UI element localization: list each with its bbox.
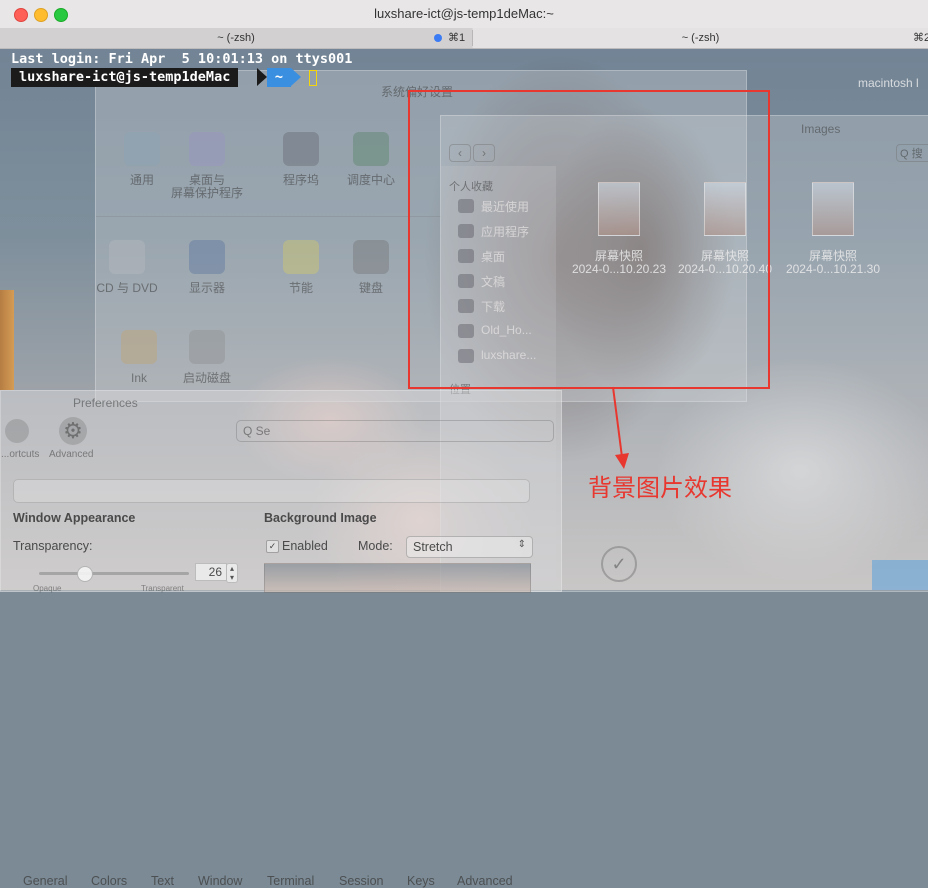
preferences-tab[interactable]: Colors: [91, 874, 127, 888]
sysprefs-item-label: 显示器: [188, 281, 225, 295]
chevron-updown-icon: ⇕: [517, 539, 526, 550]
dock-edge: [872, 560, 928, 590]
shortcuts-label: ...ortcuts: [1, 449, 40, 460]
tab-1-activity-dot: [434, 34, 442, 42]
cd-dvd-icon[interactable]: [109, 240, 145, 274]
energy-icon[interactable]: [283, 240, 319, 274]
preferences-title: Preferences: [73, 396, 138, 410]
verified-badge-icon: ✓: [601, 546, 637, 582]
finder-sidebar-label: 文稿: [481, 275, 506, 289]
terminal-tab-bar: ~ (-zsh) ⌘1 ~ (-zsh) ⌘2: [0, 28, 928, 49]
mode-label: Mode:: [358, 539, 393, 553]
prompt-host-segment: luxshare-ict@js-temp1deMac: [11, 68, 239, 87]
finder-sidebar-label: 桌面: [481, 250, 506, 264]
keyboard-icon[interactable]: [353, 240, 389, 274]
disk-label: macintosh l: [858, 76, 919, 90]
finder-sidebar-label: luxshare...: [481, 348, 537, 362]
preferences-tab[interactable]: Terminal: [267, 874, 314, 888]
general-icon[interactable]: [124, 132, 160, 166]
finder-search-field[interactable]: Q 搜: [896, 144, 928, 162]
preferences-tab[interactable]: General: [23, 874, 67, 888]
desktop-icon[interactable]: [189, 132, 225, 166]
preferences-tab[interactable]: Advanced: [457, 874, 513, 888]
sidebar-folder-icon: [458, 249, 474, 263]
transparency-value-field[interactable]: 26: [195, 563, 227, 581]
sidebar-folder-icon: [458, 274, 474, 288]
sysprefs-item-label: 启动磁盘: [182, 371, 231, 385]
preferences-tab[interactable]: Window: [198, 874, 242, 888]
sidebar-folder-icon: [458, 349, 474, 363]
sysprefs-item-label: 调度中心: [346, 173, 395, 187]
background-image-heading: Background Image: [264, 511, 377, 525]
system-preferences-divider: [96, 216, 441, 217]
ink-icon[interactable]: [121, 330, 157, 364]
file-date: 2024-0...10.21.30: [785, 262, 881, 276]
tab-1[interactable]: ~ (-zsh) ⌘1: [0, 28, 472, 48]
transparency-label: Transparency:: [13, 539, 93, 553]
prompt-dir: ~: [274, 69, 284, 85]
shortcuts-icon[interactable]: [5, 419, 29, 443]
prompt-dir-segment: ~: [267, 68, 291, 87]
finder-sidebar-label: 最近使用: [481, 200, 530, 214]
opaque-label: Opaque: [33, 584, 62, 593]
file-thumbnail[interactable]: [812, 182, 854, 236]
prompt-host: luxshare-ict@js-temp1deMac: [19, 69, 231, 85]
tab-1-label: ~ (-zsh): [217, 32, 255, 44]
sysprefs-item-label: 桌面与 屏幕保护程序: [170, 173, 243, 200]
sidebar-folder-icon: [458, 224, 474, 238]
last-login-line: Last login: Fri Apr 5 10:01:13 on ttys00…: [11, 51, 353, 67]
mode-select[interactable]: Stretch ⇕: [406, 536, 533, 558]
enabled-label: Enabled: [282, 539, 328, 553]
startup-disk-icon[interactable]: [189, 330, 225, 364]
finder-sidebar-label: 应用程序: [481, 225, 530, 239]
window-appearance-heading: Window Appearance: [13, 511, 136, 525]
prompt-arrow-2: [291, 68, 301, 86]
background-image-preview[interactable]: [264, 563, 531, 593]
display-icon[interactable]: [189, 240, 225, 274]
transparency-slider-track[interactable]: [39, 572, 189, 575]
sidebar-folder-icon: [458, 199, 474, 213]
terminal-cursor[interactable]: [309, 70, 317, 86]
preferences-tab-bar: [13, 479, 530, 503]
finder-sidebar-label: 下载: [481, 300, 506, 314]
mode-select-value: Stretch: [413, 540, 453, 554]
preferences-search-field[interactable]: Q Se: [236, 420, 554, 442]
prompt-arrow-1: [257, 68, 267, 86]
mission-control-icon[interactable]: [353, 132, 389, 166]
tab-2-shortcut: ⌘2: [913, 32, 928, 44]
transparent-label: Transparent: [141, 584, 184, 593]
enabled-checkbox[interactable]: ✓: [266, 540, 279, 553]
sidebar-folder-icon: [458, 299, 474, 313]
advanced-toolbar-label: Advanced: [49, 449, 94, 460]
tab-2[interactable]: ~ (-zsh) ⌘2: [473, 28, 928, 48]
finder-title: Images: [801, 122, 841, 136]
gear-icon[interactable]: ⚙: [59, 417, 87, 445]
transparency-slider-knob[interactable]: [77, 566, 93, 582]
desktop-wallpaper-edge: [0, 290, 14, 390]
annotation-highlight-box: [408, 90, 770, 389]
transparency-stepper[interactable]: ▴ ▾: [226, 563, 238, 583]
finder-sidebar-label: Old_Ho...: [481, 323, 532, 337]
terminal-preferences-window: Preferences ...ortcuts ⚙ Advanced Q Se G…: [0, 390, 562, 888]
dock-icon[interactable]: [283, 132, 319, 166]
preferences-tab[interactable]: Keys: [407, 874, 435, 888]
sysprefs-item-label: 键盘: [358, 281, 383, 295]
annotation-arrow: [612, 386, 629, 469]
tab-1-shortcut: ⌘1: [448, 32, 466, 44]
window-title: luxshare-ict@js-temp1deMac:~: [374, 6, 554, 21]
sidebar-folder-icon: [458, 324, 474, 338]
tab-2-label: ~ (-zsh): [681, 32, 720, 44]
preferences-tab[interactable]: Session: [339, 874, 383, 888]
preferences-tab[interactable]: Text: [151, 874, 174, 888]
annotation-label: 背景图片效果: [588, 474, 732, 502]
